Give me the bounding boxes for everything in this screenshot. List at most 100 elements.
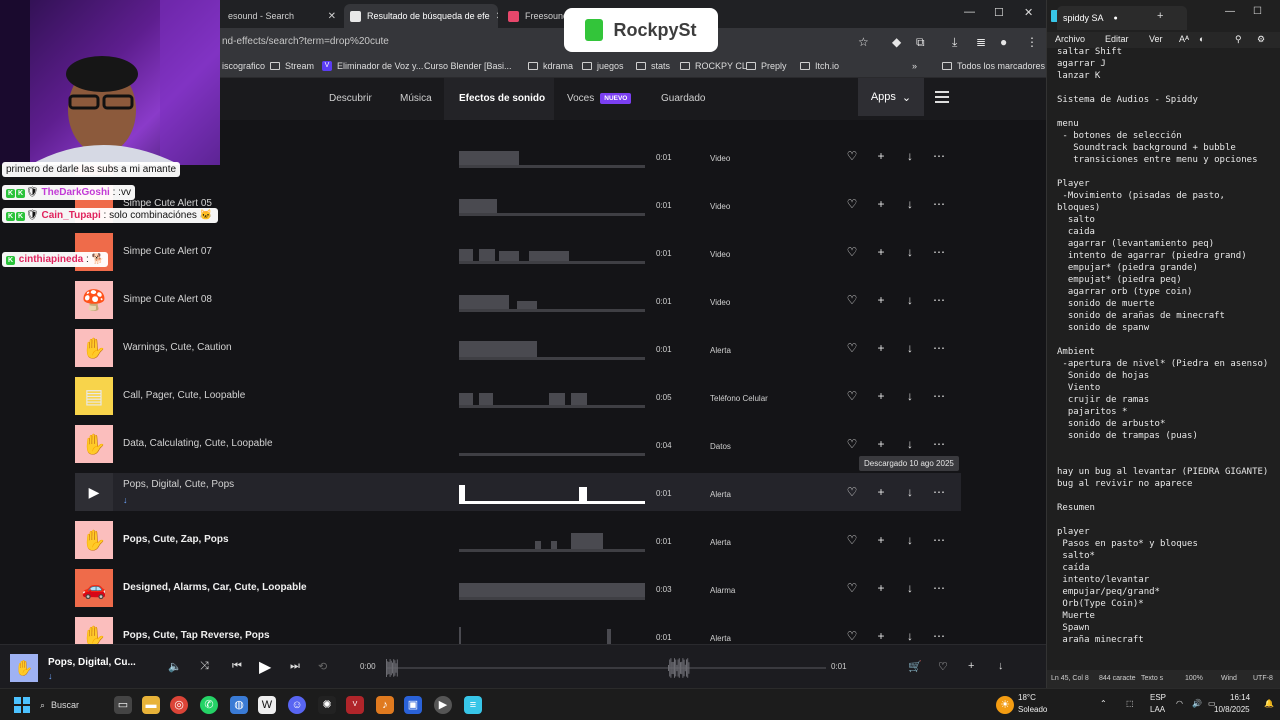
add-icon[interactable]: + [874,245,888,259]
bookmark-folder[interactable]: stats [636,61,670,71]
bookmark-folder[interactable]: Preply [746,61,787,71]
player-waveform[interactable] [386,653,826,683]
player-title[interactable]: Pops, Digital, Cu... [48,657,136,668]
download-icon[interactable]: ↓ [903,533,917,547]
heart-icon[interactable]: ♡ [845,485,859,499]
format-icon[interactable]: Aᴬ [1179,34,1189,44]
heart-icon[interactable]: ♡ [845,581,859,595]
sound-title[interactable]: Pops, Cute, Zap, Pops [123,534,229,545]
app-icon[interactable]: ▣ [404,696,422,714]
all-bookmarks[interactable]: Todos los marcadores [942,61,1045,71]
more-options-icon[interactable]: ⋯ [932,293,946,307]
playlist-icon[interactable]: ≣ [976,35,986,49]
download-icon[interactable]: ⤓ [952,35,957,50]
heart-icon[interactable]: ♡ [845,437,859,451]
discord-icon[interactable]: ☺ [288,696,306,714]
add-icon[interactable]: + [968,660,974,672]
sound-title[interactable]: Pops, Cute, Tap Reverse, Pops [123,630,270,641]
minimize-icon[interactable]: — [964,6,975,18]
sound-waveform[interactable] [459,239,645,265]
more-options-icon[interactable]: ⋯ [932,341,946,355]
close-tab-icon[interactable]: ✕ [322,11,336,22]
heart-icon[interactable]: ♡ [845,197,859,211]
browser-tab-search[interactable]: esound - Search ✕ [222,4,342,28]
sound-category[interactable]: Video [710,250,730,259]
download-icon[interactable]: ↓ [903,485,917,499]
heart-icon[interactable]: ♡ [938,660,948,673]
add-icon[interactable]: + [874,485,888,499]
add-icon[interactable]: + [874,149,888,163]
close-tab-icon[interactable]: ✕ [490,11,498,22]
more-options-icon[interactable]: ⋯ [932,485,946,499]
maximize-icon[interactable]: ☐ [1253,6,1262,17]
previous-icon[interactable]: ⏮ [232,660,242,673]
sound-waveform[interactable] [459,527,645,553]
more-options-icon[interactable]: ⋯ [932,245,946,259]
sound-waveform[interactable] [459,335,645,361]
browser-tab-results[interactable]: Resultado de búsqueda de efe ✕ [344,4,498,28]
apps-button[interactable]: Apps ⌄ [858,78,924,116]
profile-icon[interactable]: ● [1000,35,1007,49]
heart-icon[interactable]: ♡ [845,533,859,547]
notepad-tab[interactable]: spiddy SA ● [1057,6,1187,30]
nav-discover[interactable]: Descubrir [329,93,372,104]
bookmark[interactable]: Curso Blender [Basi... [424,61,512,71]
sound-title[interactable]: Call, Pager, Cute, Loopable [123,390,245,401]
nav-saved[interactable]: Guardado [661,93,705,104]
repeat-icon[interactable]: ⟲ [318,660,327,673]
chatgpt-icon[interactable]: ✺ [318,696,336,714]
add-icon[interactable]: + [874,389,888,403]
sound-waveform[interactable] [459,191,645,217]
taskbar-search[interactable]: ⌕ Buscar [40,695,102,715]
more-bookmarks-icon[interactable]: » [912,61,917,71]
nav-voices[interactable]: Voces NUEVO [567,93,632,104]
settings-gear-icon[interactable]: ⚙ [1257,34,1265,45]
bookmark-folder[interactable]: juegos [582,61,624,71]
tray-chevron-icon[interactable]: ⌃ [1100,699,1107,708]
fl-studio-icon[interactable]: ♪ [376,696,394,714]
minimize-icon[interactable]: — [1225,6,1235,17]
volume-icon[interactable]: 🔊 [1192,699,1202,708]
add-icon[interactable]: + [874,197,888,211]
sound-row[interactable]: ✋ Pops, Cute, Zap, Pops 0:01 Alerta ♡ + ↓ ⋯ [75,521,961,559]
download-icon[interactable]: ↓ [903,245,917,259]
sound-row[interactable]: ✋ Warnings, Cute, Caution 0:01 Alerta ♡ + ↓ ⋯ [75,329,961,367]
sound-category[interactable]: Alerta [710,490,731,499]
notepad-icon[interactable]: ≡ [464,696,482,714]
keyboard-layout[interactable]: LAA [1150,705,1165,714]
sound-category[interactable]: Video [710,298,730,307]
download-icon[interactable]: ↓ [903,149,917,163]
sound-row[interactable]: 🍄 Simpe Cute Alert 08 0:01 Video ♡ + ↓ ⋯ [75,281,961,319]
download-icon[interactable]: ↓ [903,341,917,355]
wifi-icon[interactable]: ◠ [1176,699,1183,708]
nav-music[interactable]: Música [400,93,432,104]
play-button[interactable]: ▶ [259,657,271,677]
sound-category[interactable]: Teléfono Celular [710,394,768,403]
sound-waveform[interactable] [459,383,645,409]
browser-tab-freesound[interactable]: Freesound [502,4,566,28]
add-icon[interactable]: + [874,437,888,451]
file-explorer-icon[interactable]: ▬ [142,696,160,714]
sound-waveform[interactable] [459,287,645,313]
bookmark[interactable]: iscografico [222,61,265,71]
more-options-icon[interactable]: ⋯ [932,389,946,403]
sound-category[interactable]: Alerta [710,346,731,355]
download-icon[interactable]: ↓ [903,581,917,595]
add-icon[interactable]: + [874,293,888,307]
more-options-icon[interactable]: ⋯ [932,437,946,451]
sound-waveform[interactable] [459,431,645,457]
close-window-icon[interactable]: ✕ [1024,6,1033,19]
capcut-icon[interactable]: W [258,696,276,714]
sound-row[interactable]: ▶ Pops, Digital, Cute, Pops ↓ 0:01 Alerta ♡ + ↓… [75,473,961,511]
voice-app-icon[interactable]: V [346,696,364,714]
weather-icon[interactable]: ☀ [996,696,1014,714]
sound-row[interactable]: 🚗 Designed, Alarms, Car, Cute, Loopable 0:… [75,569,961,607]
download-icon[interactable]: ↓ [903,389,917,403]
add-icon[interactable]: + [874,341,888,355]
notifications-icon[interactable]: 🔔 [1264,699,1274,708]
menu-file[interactable]: Archivo [1055,34,1085,44]
sound-waveform[interactable] [459,143,645,169]
whatsapp-icon[interactable]: ✆ [200,696,218,714]
download-icon[interactable]: ↓ [903,197,917,211]
add-icon[interactable]: + [874,533,888,547]
